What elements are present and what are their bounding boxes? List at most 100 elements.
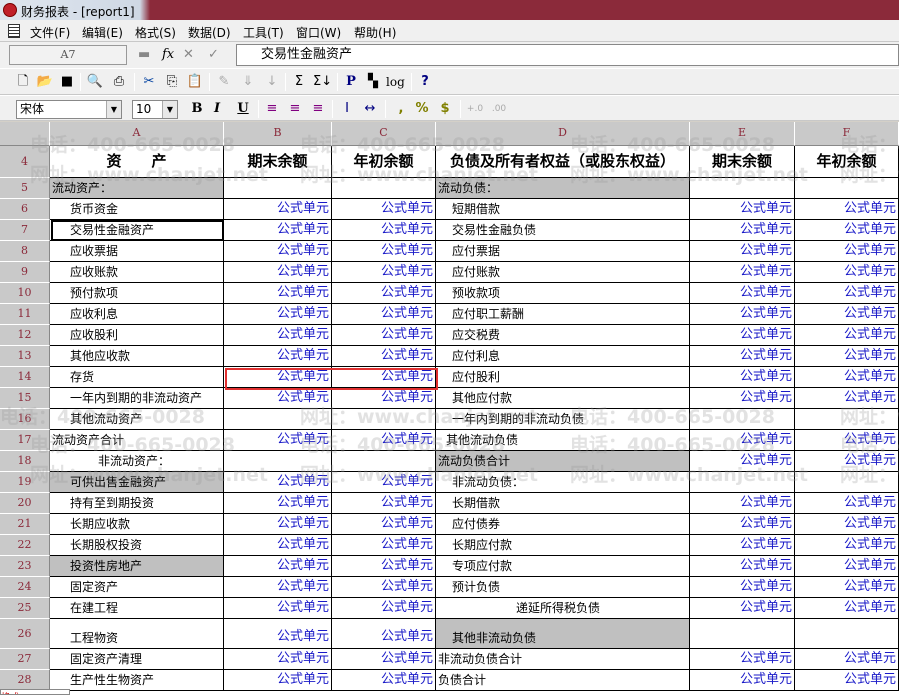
formula-cell[interactable]: 公式单元 — [332, 493, 436, 514]
column-header-f[interactable]: F — [795, 122, 899, 146]
row-header[interactable]: 19 — [0, 472, 50, 493]
label-cell[interactable]: 应付利息 — [436, 346, 690, 367]
formula-cell[interactable]: 公式单元 — [332, 472, 436, 493]
label-cell[interactable]: 预付款项 — [50, 283, 224, 304]
cell-reference-box[interactable]: A7 — [9, 45, 127, 65]
label-cell[interactable]: 应收票据 — [50, 241, 224, 262]
row-header[interactable]: 13 — [0, 346, 50, 367]
label-cell[interactable]: 应交税费 — [436, 325, 690, 346]
label-cell[interactable]: 其他非流动负债 — [436, 619, 690, 649]
chevron-down-icon[interactable]: ▼ — [162, 101, 177, 118]
context-help-icon[interactable]: ? — [416, 73, 434, 91]
label-cell[interactable]: 固定资产 — [50, 577, 224, 598]
formula-cell[interactable]: 公式单元 — [332, 535, 436, 556]
formula-cell[interactable]: 公式单元 — [224, 556, 332, 577]
formula-cell[interactable]: 公式单元 — [332, 220, 436, 241]
confirm-icon[interactable]: ✓ — [208, 47, 219, 62]
formula-cell[interactable] — [224, 409, 332, 430]
formula-cell[interactable]: 公式单元 — [224, 304, 332, 325]
formula-cell[interactable] — [690, 472, 795, 493]
label-cell[interactable]: 应付债券 — [436, 514, 690, 535]
label-cell[interactable]: 应付职工薪酬 — [436, 304, 690, 325]
label-cell[interactable]: 非流动资产： — [50, 451, 224, 472]
formula-cell[interactable]: 公式单元 — [690, 199, 795, 220]
formula-cell[interactable]: 公式单元 — [332, 283, 436, 304]
formula-cell[interactable]: 公式单元 — [690, 451, 795, 472]
label-cell[interactable]: 投资性房地产 — [50, 556, 224, 577]
row-header[interactable]: 10 — [0, 283, 50, 304]
label-cell[interactable]: 其他应收款 — [50, 346, 224, 367]
formula-cell[interactable]: 公式单元 — [795, 556, 899, 577]
formula-cell[interactable]: 公式单元 — [690, 388, 795, 409]
label-cell[interactable]: 应收利息 — [50, 304, 224, 325]
formula-cell[interactable]: 公式单元 — [690, 304, 795, 325]
sum-icon[interactable]: Σ — [290, 73, 308, 91]
paste-icon[interactable]: 📋 — [186, 73, 204, 91]
formula-cell[interactable]: 公式单元 — [224, 670, 332, 691]
menu-format[interactable]: 格式(S) — [135, 24, 176, 41]
label-cell[interactable]: 专项应付款 — [436, 556, 690, 577]
formula-cell[interactable]: 公式单元 — [795, 220, 899, 241]
menu-file[interactable]: 文件(F) — [30, 24, 70, 41]
formula-cell[interactable]: 公式单元 — [224, 430, 332, 451]
label-cell[interactable]: 非流动负债合计 — [436, 649, 690, 670]
menu-data[interactable]: 数据(D) — [188, 24, 231, 41]
bold-button[interactable]: B — [188, 100, 206, 118]
italic-button[interactable]: I — [208, 100, 226, 118]
label-cell[interactable]: 可供出售金融资产 — [50, 472, 224, 493]
label-cell[interactable]: 持有至到期投资 — [50, 493, 224, 514]
formula-input[interactable]: 交易性金融资产 — [236, 44, 899, 66]
label-cell[interactable]: 短期借款 — [436, 199, 690, 220]
formula-cell[interactable]: 公式单元 — [690, 556, 795, 577]
label-cell[interactable]: 非流动负债： — [436, 472, 690, 493]
sheet-tab[interactable]: 格式 — [0, 689, 70, 695]
formula-cell[interactable]: 公式单元 — [795, 304, 899, 325]
label-cell[interactable]: 工程物资 — [50, 619, 224, 649]
row-height-icon[interactable]: Ⅰ — [338, 100, 356, 118]
formula-cell[interactable]: 公式单元 — [332, 649, 436, 670]
label-cell[interactable]: 固定资产清理 — [50, 649, 224, 670]
formula-cell[interactable]: 公式单元 — [332, 430, 436, 451]
formula-cell[interactable]: 公式单元 — [690, 241, 795, 262]
menu-help[interactable]: 帮助(H) — [354, 24, 396, 41]
label-cell[interactable]: 一年内到期的非流动负债 — [436, 409, 690, 430]
formula-cell[interactable]: 公式单元 — [795, 670, 899, 691]
formula-cell[interactable]: 公式单元 — [332, 556, 436, 577]
formula-cell[interactable]: 公式单元 — [224, 577, 332, 598]
column-header-a[interactable]: A — [50, 122, 224, 146]
underline-button[interactable]: U — [234, 100, 252, 118]
formula-cell[interactable]: 公式单元 — [795, 430, 899, 451]
label-cell[interactable]: 生产性生物资产 — [50, 670, 224, 691]
formula-cell[interactable]: 公式单元 — [224, 514, 332, 535]
column-header-c[interactable]: C — [332, 122, 436, 146]
formula-cell[interactable]: 公式单元 — [795, 388, 899, 409]
copy-icon[interactable]: ⎘ — [163, 73, 181, 91]
formula-cell[interactable]: 公式单元 — [224, 325, 332, 346]
percent-style-button[interactable]: % — [413, 100, 431, 118]
formula-cell[interactable]: 公式单元 — [690, 346, 795, 367]
formula-cell[interactable]: 公式单元 — [332, 619, 436, 649]
formula-cell[interactable] — [332, 178, 436, 199]
spreadsheet-grid[interactable]: A B C D E F 4资 产期末余额 年初余额 负债及所有者权益（或股东权益）期… — [0, 122, 899, 695]
function-icon[interactable]: fx — [162, 47, 174, 62]
cancel-icon[interactable]: ✕ — [183, 47, 194, 62]
formula-cell[interactable]: 公式单元 — [795, 451, 899, 472]
formula-cell[interactable]: 公式单元 — [795, 493, 899, 514]
label-cell[interactable]: 流动负债合计 — [436, 451, 690, 472]
row-header[interactable]: 24 — [0, 577, 50, 598]
formula-cell[interactable]: 公式单元 — [795, 241, 899, 262]
align-left-icon[interactable]: ≡ — [263, 100, 281, 118]
header-cell-f[interactable]: 年初余额 — [795, 146, 899, 178]
formula-cell[interactable]: 公式单元 — [795, 598, 899, 619]
formula-cell[interactable]: 公式单元 — [690, 514, 795, 535]
label-cell[interactable]: 一年内到期的非流动资产 — [50, 388, 224, 409]
sort-icon[interactable]: ↓ — [263, 73, 281, 91]
formula-cell[interactable]: 公式单元 — [224, 346, 332, 367]
formula-cell[interactable]: 公式单元 — [795, 199, 899, 220]
currency-style-button[interactable]: $ — [436, 100, 454, 118]
label-cell[interactable]: 长期股权投资 — [50, 535, 224, 556]
formula-cell[interactable]: 公式单元 — [224, 649, 332, 670]
row-header[interactable]: 23 — [0, 556, 50, 577]
formula-cell[interactable]: 公式单元 — [332, 514, 436, 535]
label-cell[interactable]: 长期应付款 — [436, 535, 690, 556]
